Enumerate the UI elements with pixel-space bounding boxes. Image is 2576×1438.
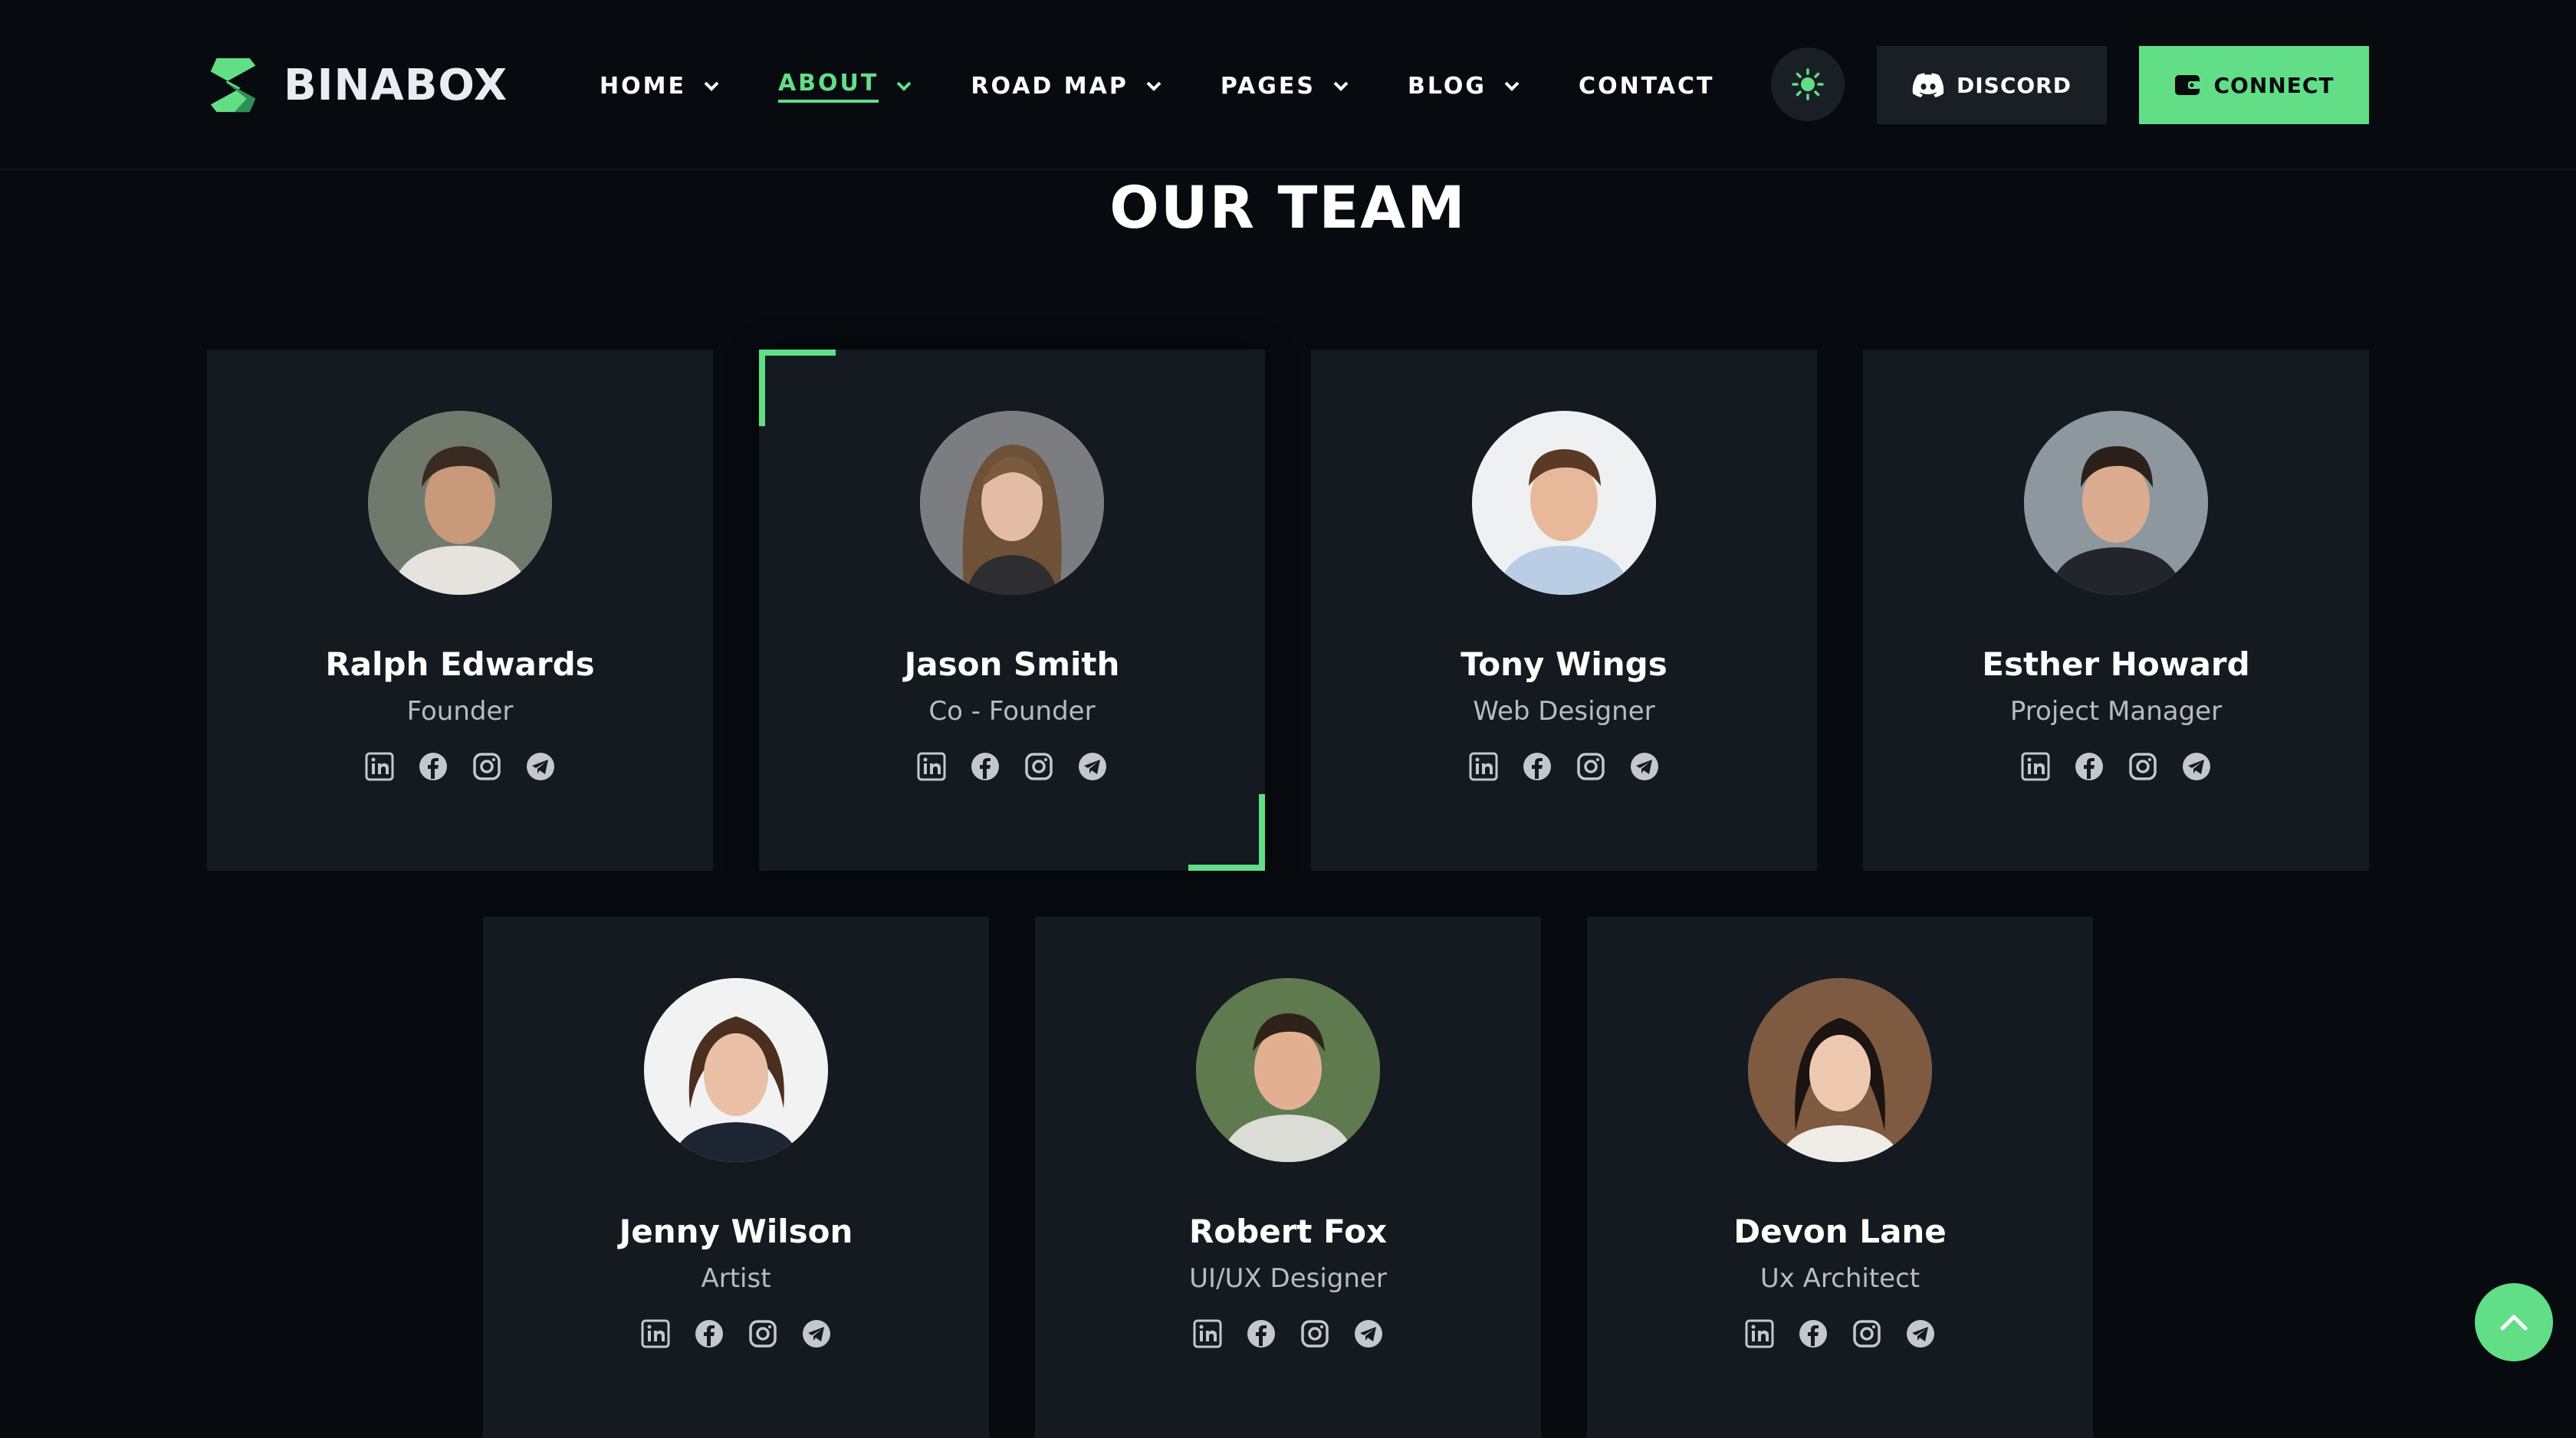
connect-button[interactable]: CONNECT [2139,46,2369,124]
nav-label: HOME [600,72,686,100]
discord-icon [1912,73,1944,97]
team-card-featured: Jason Smith Co - Founder [759,350,1265,871]
instagram-icon[interactable] [1852,1318,1882,1349]
member-role: UI/UX Designer [1189,1263,1387,1294]
chevron-down-icon [1146,81,1162,91]
member-name: Ralph Edwards [325,645,595,683]
connect-label: CONNECT [2213,72,2334,98]
wallet-icon [2174,75,2200,95]
member-role: Artist [701,1263,771,1294]
nav-label: ABOUT [777,70,879,103]
instagram-icon[interactable] [1300,1318,1330,1349]
team-card: Devon Lane Ux Architect [1587,917,2093,1438]
member-role: Web Designer [1473,696,1655,727]
avatar [644,978,828,1162]
linkedin-icon[interactable] [1192,1318,1223,1349]
instagram-icon[interactable] [2128,751,2158,782]
sun-icon [1792,68,1824,100]
linkedin-icon[interactable] [1744,1318,1775,1349]
main-nav: HOME ABOUT ROAD MAP PAGES BLOG CONTACT [600,64,1773,107]
social-links [1587,1312,2093,1355]
telegram-icon[interactable] [1353,1318,1384,1349]
nav-label: BLOG [1408,72,1487,100]
social-links [207,745,713,788]
social-links [483,1312,989,1355]
telegram-icon[interactable] [801,1318,832,1349]
team-card: Jenny Wilson Artist [483,917,989,1438]
facebook-icon[interactable] [1522,751,1552,782]
discord-label: DISCORD [1957,72,2072,98]
chevron-down-icon [704,81,719,91]
corner-accent [759,350,836,426]
instagram-icon[interactable] [748,1318,778,1349]
nav-item-road-map[interactable]: ROAD MAP [971,73,1162,100]
member-role: Project Manager [2009,696,2223,727]
telegram-icon[interactable] [1077,751,1108,782]
avatar [1748,978,1932,1162]
chevron-up-icon [2500,1315,2528,1331]
social-links [1311,745,1817,788]
member-role: Ux Architect [1760,1263,1921,1294]
team-card: Esther Howard Project Manager [1863,350,2369,871]
nav-item-home[interactable]: HOME [600,73,720,100]
member-name: Devon Lane [1733,1213,1947,1250]
linkedin-icon[interactable] [1468,751,1499,782]
telegram-icon[interactable] [1905,1318,1936,1349]
logo-text: BINABOX [284,60,508,110]
member-name: Jenny Wilson [619,1213,853,1250]
team-card: Tony Wings Web Designer [1311,350,1817,871]
avatar [1472,411,1656,595]
social-links [759,745,1265,788]
nav-item-blog[interactable]: BLOG [1408,73,1520,100]
section-title: OUR TEAM [1109,173,1467,241]
instagram-icon[interactable] [1576,751,1606,782]
nav-label: PAGES [1220,72,1316,100]
instagram-icon[interactable] [472,751,502,782]
avatar [1196,978,1380,1162]
member-name: Esther Howard [1982,645,2250,683]
linkedin-icon[interactable] [364,751,395,782]
chevron-down-icon [1333,81,1349,91]
scroll-to-top-button[interactable] [2475,1283,2553,1361]
nav-item-about[interactable]: ABOUT [777,70,912,103]
facebook-icon[interactable] [1798,1318,1829,1349]
linkedin-icon[interactable] [640,1318,671,1349]
member-name: Robert Fox [1188,1213,1388,1250]
team-card: Ralph Edwards Founder [207,350,713,871]
chevron-down-icon [896,81,912,91]
nav-label: CONTACT [1579,72,1715,100]
avatar [920,411,1104,595]
logo[interactable]: BINABOX [204,52,508,118]
member-role: Co - Founder [928,696,1096,727]
facebook-icon[interactable] [1246,1318,1276,1349]
instagram-icon[interactable] [1024,751,1054,782]
corner-accent [1188,794,1265,871]
social-links [1863,745,2369,788]
theme-toggle-button[interactable] [1771,48,1845,121]
facebook-icon[interactable] [694,1318,724,1349]
social-links [1035,1312,1541,1355]
facebook-icon[interactable] [2074,751,2104,782]
site-header: BINABOX HOME ABOUT ROAD MAP PAGES BLOG C… [0,0,2576,170]
member-role: Founder [406,696,514,727]
team-card: Robert Fox UI/UX Designer [1035,917,1541,1438]
avatar [368,411,552,595]
member-name: Tony Wings [1460,645,1668,683]
avatar [2024,411,2208,595]
facebook-icon[interactable] [418,751,449,782]
member-name: Jason Smith [904,645,1120,683]
telegram-icon[interactable] [2181,751,2212,782]
telegram-icon[interactable] [1629,751,1660,782]
facebook-icon[interactable] [970,751,1001,782]
discord-button[interactable]: DISCORD [1877,46,2107,124]
nav-label: ROAD MAP [971,72,1129,100]
logo-icon [210,57,256,113]
nav-item-pages[interactable]: PAGES [1221,73,1349,100]
nav-item-contact[interactable]: CONTACT [1579,73,1714,100]
telegram-icon[interactable] [525,751,556,782]
chevron-down-icon [1504,81,1520,91]
linkedin-icon[interactable] [916,751,947,782]
linkedin-icon[interactable] [2020,751,2051,782]
